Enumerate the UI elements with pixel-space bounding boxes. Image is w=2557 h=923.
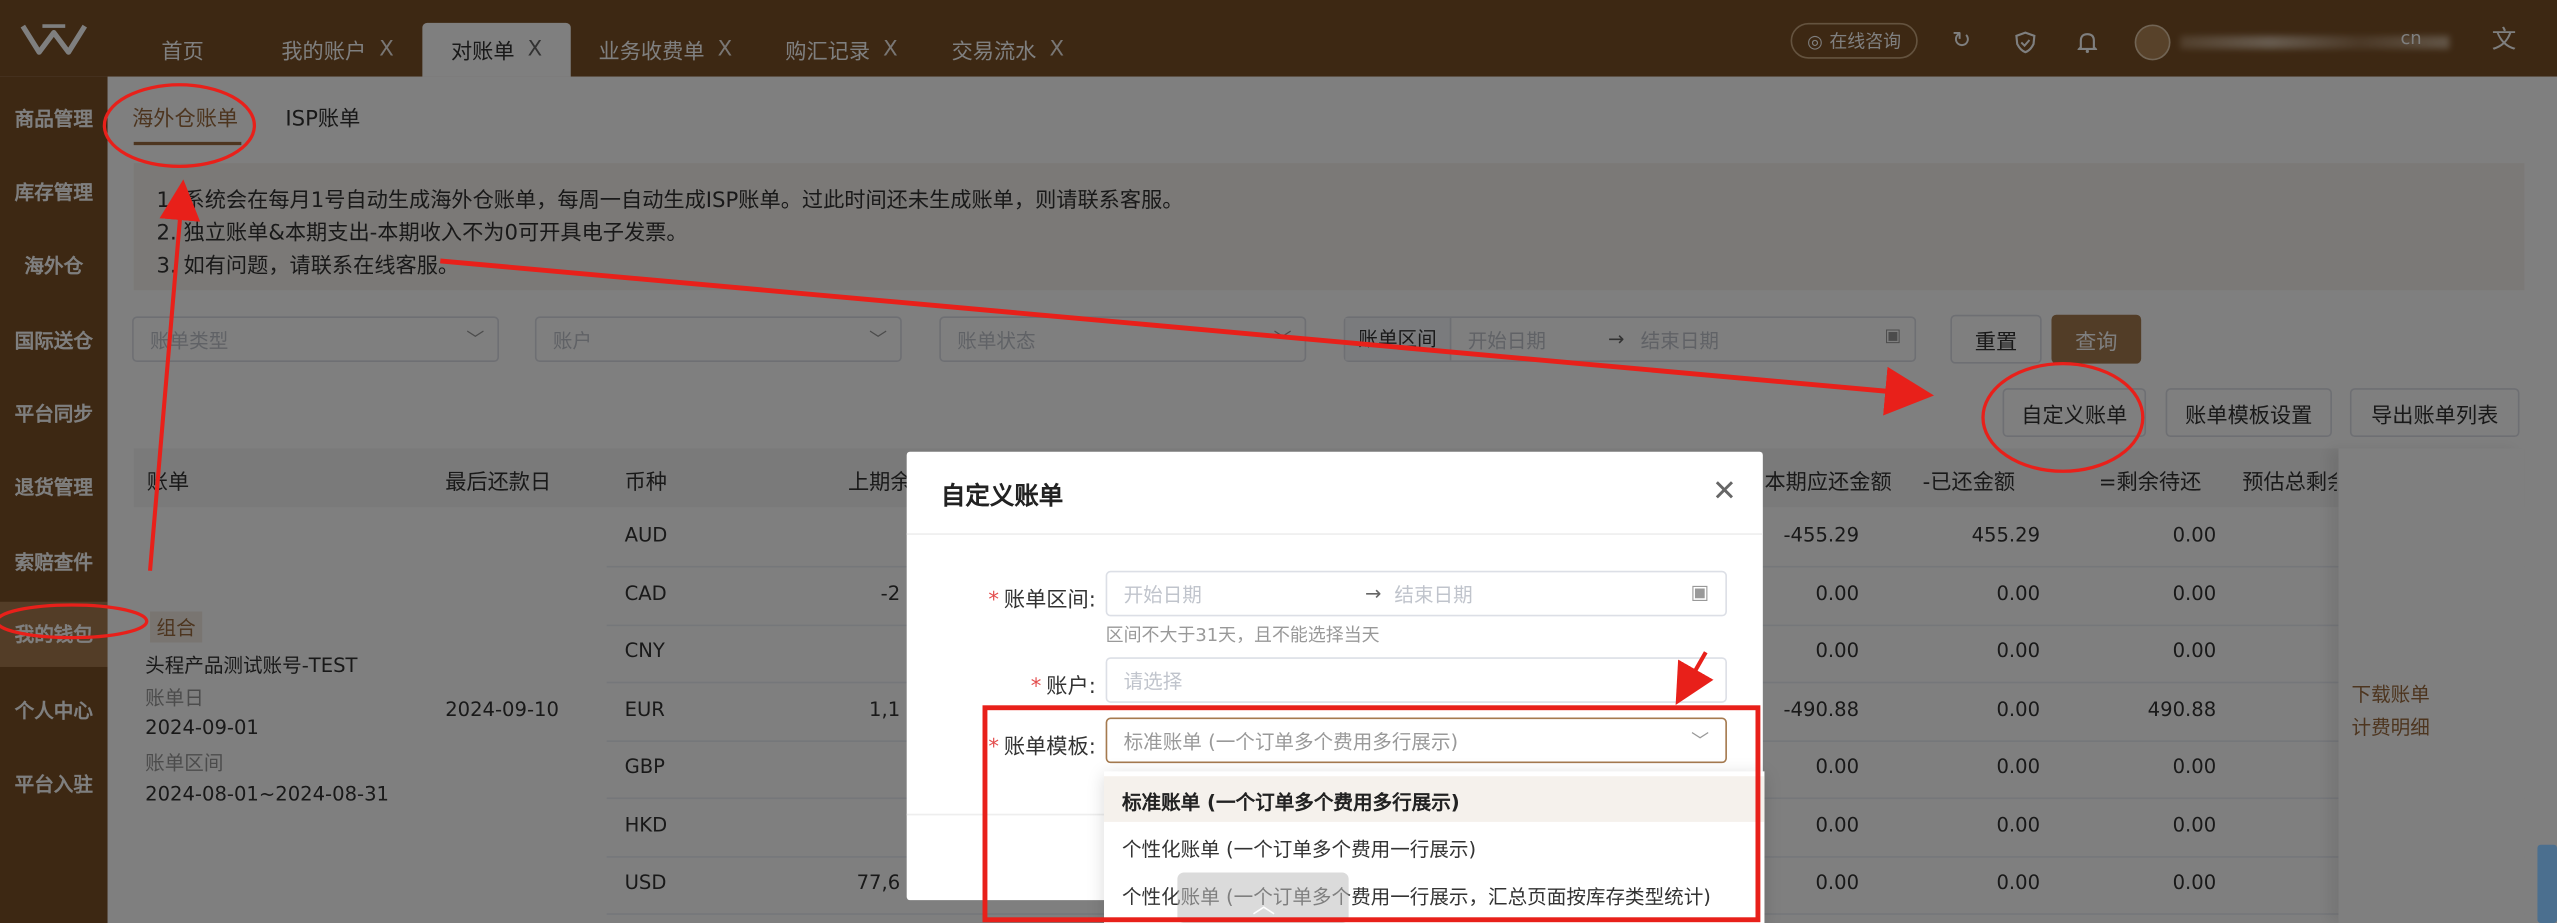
scroll-overlay: ︿ [1177,872,1349,923]
range-field-label: * 账单区间: [962,582,1096,614]
selected-value: 标准账单 (一个订单多个费用多行展示) [1123,729,1459,753]
end-date-input[interactable]: 结束日期 [1394,580,1472,608]
arrow-icon: → [1364,582,1382,606]
modal-date-range-picker[interactable]: 开始日期 → 结束日期 ▣ [1105,570,1727,617]
scroll-indicator [2537,844,2557,923]
template-select[interactable]: 标准账单 (一个订单多个费用多行展示) ﹀ [1105,717,1727,764]
required-mark: * [988,735,1000,760]
option-standard-bill[interactable]: 标准账单 (一个订单多个费用多行展示) [1122,788,1460,816]
chevron-up-icon: ︿ [1252,893,1276,920]
required-mark: * [1030,675,1042,700]
modal-account-select[interactable]: 请选择 [1105,657,1727,703]
start-date-input[interactable]: 开始日期 [1124,580,1202,608]
label-text: 账单区间: [1003,588,1096,614]
placeholder: 请选择 [1123,669,1183,693]
page: 首页 我的账户X 对账单X 业务收费单X 购汇记录X 交易流水X ◎在线咨询 ↻… [0,0,2557,923]
label-text: 账户: [1046,675,1096,700]
account-field-label: * 账户: [962,669,1096,700]
template-field-label: * 账单模板: [962,729,1096,760]
chevron-down-icon: ﹀ [1691,730,1710,752]
range-hint: 区间不大于31天，且不能选择当天 [1105,624,1380,646]
calendar-icon: ▣ [1690,580,1710,604]
label-text: 账单模板: [1003,735,1096,760]
required-mark: * [988,588,1000,614]
divider [906,533,1763,535]
template-dropdown: 标准账单 (一个订单多个费用多行展示) 个性化账单 (一个订单多个费用一行展示)… [1104,771,1765,923]
close-icon[interactable]: ✕ [1712,475,1737,509]
dialog-title: 自定义账单 [940,481,1064,511]
option-personalized-bill[interactable]: 个性化账单 (一个订单多个费用一行展示) [1122,835,1476,863]
